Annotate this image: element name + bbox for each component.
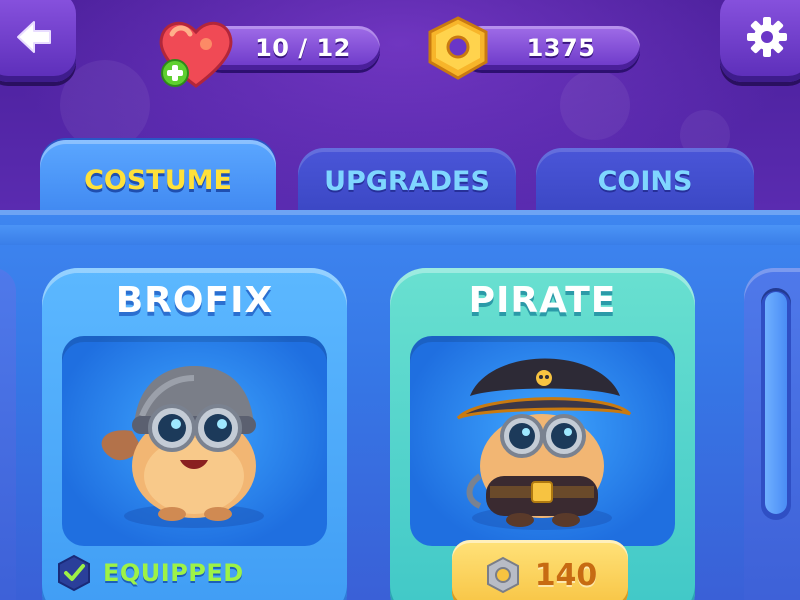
back-arrow-icon <box>17 21 51 53</box>
settings-button[interactable] <box>720 0 800 82</box>
price-value: 140 <box>534 557 598 593</box>
tab-coins[interactable]: COINS <box>536 148 754 214</box>
checkmark-icon <box>58 554 90 592</box>
skull-icon <box>536 370 552 386</box>
background-bubble <box>60 60 150 150</box>
card-title: BROFIX <box>115 280 274 321</box>
plus-icon <box>161 59 189 87</box>
brofix-character-image <box>101 366 264 528</box>
back-button[interactable] <box>0 0 76 82</box>
character-preview <box>62 336 327 546</box>
nut-coin-icon <box>422 14 494 88</box>
character-preview <box>410 336 675 546</box>
tab-costume-label: COSTUME <box>84 164 232 196</box>
equipped-label: EQUIPPED <box>103 559 244 587</box>
lives-value: 10 / 12 <box>255 34 351 62</box>
tab-coins-label: COINS <box>597 165 693 197</box>
add-lives-button[interactable] <box>156 14 236 96</box>
panel-ridge <box>0 225 800 245</box>
scrollbar-thumb[interactable] <box>765 292 787 514</box>
shop-screen: 10 / 12 1375 COSTUME UPGRADES COINS BROF… <box>0 0 800 600</box>
background-bubble <box>560 70 630 140</box>
gear-icon <box>747 17 787 57</box>
tab-upgrades-label: UPGRADES <box>324 165 490 197</box>
currency-value: 1375 <box>526 34 596 62</box>
nut-coin-icon <box>486 556 519 594</box>
card-title: PIRATE <box>468 280 617 321</box>
previous-card-peek[interactable] <box>0 268 16 600</box>
pirate-character-image <box>456 358 632 530</box>
tab-costume[interactable]: COSTUME <box>40 140 276 220</box>
buy-pirate-button[interactable]: 140 <box>452 540 628 600</box>
equipped-badge: EQUIPPED <box>55 548 244 598</box>
tab-upgrades[interactable]: UPGRADES <box>298 148 516 214</box>
